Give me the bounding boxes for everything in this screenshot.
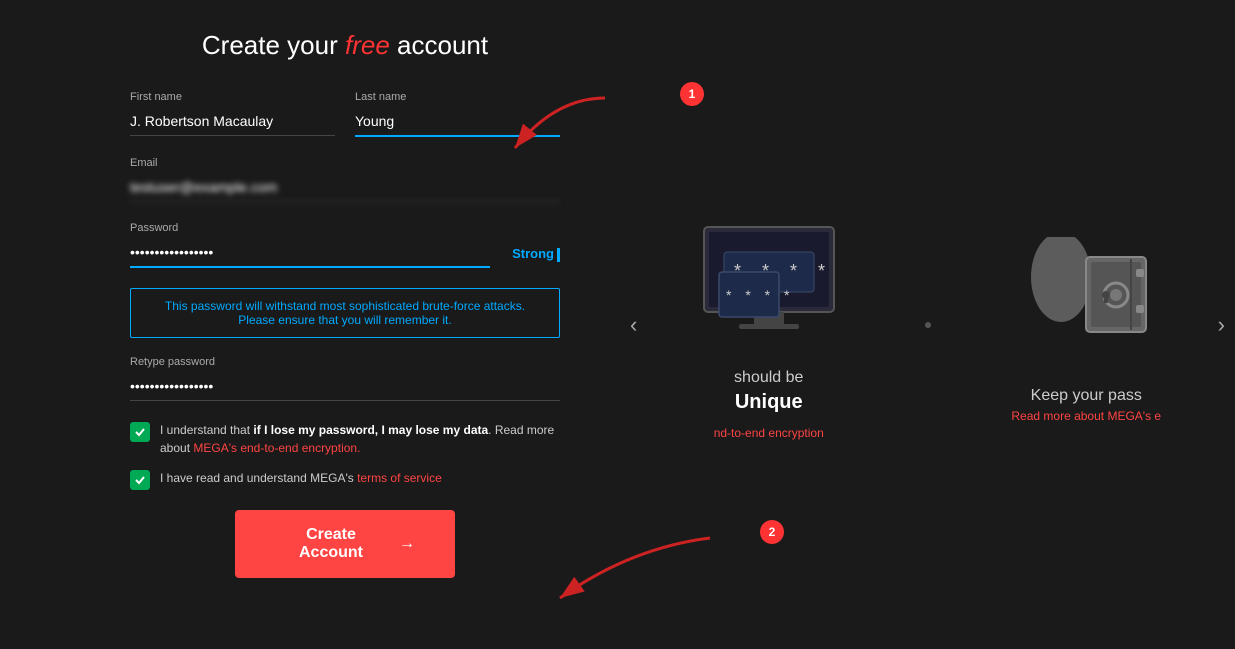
slide1-text-main: should be [734, 369, 803, 387]
first-name-input[interactable] [130, 107, 335, 136]
password-wrapper: Strong [130, 238, 560, 268]
checkbox1-link[interactable]: MEGA's end-to-end encryption. [193, 441, 360, 455]
name-row: First name Last name [130, 91, 560, 137]
checkmark-icon-2 [134, 474, 146, 486]
last-name-label: Last name [355, 91, 560, 103]
safe-icon [1016, 237, 1156, 357]
carousel-nav-left[interactable]: ‹ [630, 312, 637, 338]
slide2-text-main: Keep your pass [1031, 387, 1142, 405]
title-highlight: free [345, 30, 390, 60]
slide1-link[interactable]: nd-to-end encryption [714, 426, 824, 440]
checkbox-2-label: I have read and understand MEGA's terms … [160, 469, 442, 487]
retype-password-label: Retype password [130, 356, 560, 368]
password-info-box: This password will withstand most sophis… [130, 288, 560, 338]
carousel-section: ‹ * * * * [620, 0, 1235, 649]
first-name-group: First name [130, 91, 335, 137]
checkbox-row-1: I understand that if I lose my password,… [130, 421, 560, 457]
create-account-label: Create Account [275, 526, 387, 562]
password-input[interactable] [130, 238, 490, 268]
password-strength-label: Strong [512, 246, 560, 262]
checkbox-row-2: I have read and understand MEGA's terms … [130, 469, 560, 490]
email-input[interactable] [130, 173, 560, 202]
annotation-marker-2: 2 [760, 520, 784, 544]
create-account-button[interactable]: Create Account → [235, 510, 455, 578]
checkbox-1-label: I understand that if I lose my password,… [160, 421, 560, 457]
checkmark-icon-1 [134, 426, 146, 438]
monitor-icon: * * * * * * * * [694, 217, 844, 337]
checkbox1-text: I understand that [160, 423, 253, 437]
slide2-link[interactable]: Read more about MEGA's e [1011, 409, 1161, 423]
email-label: Email [130, 157, 560, 169]
slide1-text-bold: Unique [735, 391, 803, 414]
checkbox-2[interactable] [130, 470, 150, 490]
form-section: Create your free account First name Last… [0, 0, 620, 649]
page-title: Create your free account [130, 30, 560, 61]
checkbox2-link[interactable]: terms of service [357, 471, 442, 485]
create-account-arrow: → [399, 535, 415, 553]
last-name-group: Last name [355, 91, 560, 137]
annotation-marker-1: 1 [680, 82, 704, 106]
carousel-slide-2: Keep your pass Read more about MEGA's e [938, 0, 1235, 649]
title-prefix: Create your [202, 30, 345, 60]
checkbox-section: I understand that if I lose my password,… [130, 421, 560, 490]
password-info-text: This password will withstand most sophis… [165, 299, 525, 327]
carousel-separator [918, 0, 938, 649]
checkbox-1[interactable] [130, 422, 150, 442]
last-name-input[interactable] [355, 107, 560, 137]
title-suffix: account [390, 30, 488, 60]
retype-password-group: Retype password [130, 356, 560, 401]
svg-text:* * * *: * * * * [726, 287, 794, 303]
carousel-slide-1: * * * * * * * * should be Uniq [620, 0, 918, 649]
carousel-slides: * * * * * * * * should be Uniq [620, 0, 1235, 649]
password-group: Password Strong [130, 222, 560, 268]
retype-password-input[interactable] [130, 372, 560, 401]
email-group: Email [130, 157, 560, 202]
password-label: Password [130, 222, 560, 234]
carousel-nav-right[interactable]: › [1218, 312, 1225, 338]
page-container: Create your free account First name Last… [0, 0, 1235, 649]
checkbox1-bold: if I lose my password, I may lose my dat… [253, 423, 488, 437]
slide-1-image: * * * * * * * * [689, 209, 849, 349]
slide-2-image [1006, 227, 1166, 367]
first-name-label: First name [130, 91, 335, 103]
checkbox2-prefix: I have read and understand MEGA's [160, 471, 357, 485]
